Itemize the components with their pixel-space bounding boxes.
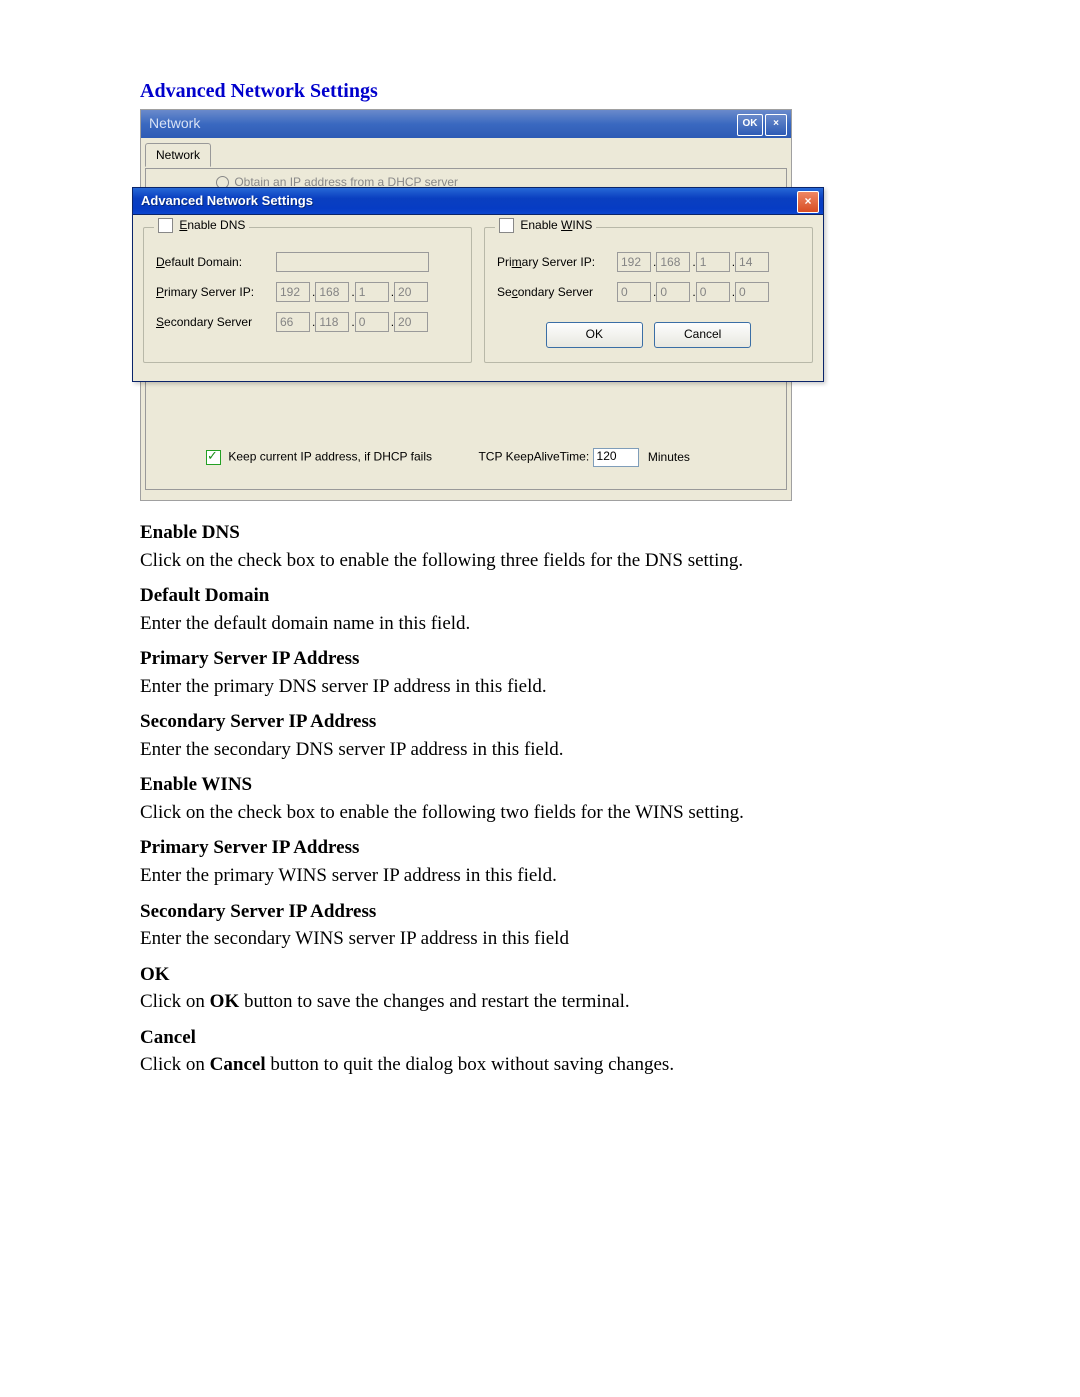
- description-body: Enter the primary DNS server IP address …: [140, 673, 950, 701]
- description-body: Enter the secondary DNS server IP addres…: [140, 736, 950, 764]
- wins-secondary-label: Secondary Server: [497, 285, 617, 299]
- wins-primary-oct1[interactable]: 192: [617, 252, 651, 272]
- enable-wins-label: Enable WINS: [520, 218, 592, 232]
- enable-wins-checkbox[interactable]: [499, 218, 514, 233]
- description-body: Enter the default domain name in this fi…: [140, 610, 950, 638]
- dns-primary-oct2[interactable]: 168: [315, 282, 349, 302]
- dns-secondary-oct1[interactable]: 66: [276, 312, 310, 332]
- description-heading: OK: [140, 961, 950, 989]
- default-domain-input[interactable]: [276, 252, 429, 272]
- description-body: Enter the secondary WINS server IP addre…: [140, 925, 950, 953]
- titlebar-close-button[interactable]: ×: [765, 114, 787, 136]
- dns-group: Enable DNS Default Domain: Primary Serve…: [143, 227, 472, 363]
- wins-primary-oct3[interactable]: 1: [696, 252, 730, 272]
- dialog-title: Advanced Network Settings: [133, 193, 313, 208]
- cancel-button[interactable]: Cancel: [654, 322, 751, 348]
- description-body: Click on Cancel button to quit the dialo…: [140, 1051, 950, 1079]
- dns-secondary-label: Secondary Server: [156, 315, 276, 329]
- description-block: Default DomainEnter the default domain n…: [140, 582, 950, 637]
- wins-primary-label: Primary Server IP:: [497, 255, 617, 269]
- dialog-body: Enable DNS Default Domain: Primary Serve…: [133, 215, 823, 381]
- keep-ip-label: Keep current IP address, if DHCP fails: [228, 450, 432, 464]
- enable-dns-checkbox[interactable]: [158, 218, 173, 233]
- description-heading: Secondary Server IP Address: [140, 708, 950, 736]
- enable-dns-label: Enable DNS: [179, 218, 245, 232]
- description-block: Enable DNSClick on the check box to enab…: [140, 519, 950, 574]
- wins-secondary-oct1[interactable]: 0: [617, 282, 651, 302]
- wins-secondary-oct4[interactable]: 0: [735, 282, 769, 302]
- description-block: Enable WINSClick on the check box to ena…: [140, 771, 950, 826]
- description-heading: Enable DNS: [140, 519, 950, 547]
- keepalive-input[interactable]: 120: [593, 448, 639, 467]
- description-heading: Primary Server IP Address: [140, 834, 950, 862]
- description-body: Click on the check box to enable the fol…: [140, 547, 950, 575]
- dns-secondary-oct4[interactable]: 20: [394, 312, 428, 332]
- description-section: Enable DNSClick on the check box to enab…: [140, 519, 950, 1079]
- wins-secondary-oct3[interactable]: 0: [696, 282, 730, 302]
- description-heading: Default Domain: [140, 582, 950, 610]
- description-heading: Secondary Server IP Address: [140, 898, 950, 926]
- dns-primary-oct3[interactable]: 1: [355, 282, 389, 302]
- dns-primary-oct1[interactable]: 192: [276, 282, 310, 302]
- description-block: Secondary Server IP AddressEnter the sec…: [140, 708, 950, 763]
- dns-secondary-oct3[interactable]: 0: [355, 312, 389, 332]
- dns-primary-oct4[interactable]: 20: [394, 282, 428, 302]
- keepalive-unit: Minutes: [648, 450, 690, 464]
- dns-primary-label: Primary Server IP:: [156, 285, 276, 299]
- description-body: Click on the check box to enable the fol…: [140, 799, 950, 827]
- dialog-close-button[interactable]: ×: [797, 191, 819, 213]
- wins-secondary-oct2[interactable]: 0: [656, 282, 690, 302]
- description-heading: Enable WINS: [140, 771, 950, 799]
- network-window-title: Network: [141, 115, 200, 131]
- wins-primary-oct4[interactable]: 14: [735, 252, 769, 272]
- wins-primary-oct2[interactable]: 168: [656, 252, 690, 272]
- description-heading: Cancel: [140, 1024, 950, 1052]
- description-body: Click on OK button to save the changes a…: [140, 988, 950, 1016]
- section-title: Advanced Network Settings: [140, 80, 950, 103]
- network-titlebar: Network OK ×: [141, 110, 791, 138]
- description-body: Enter the primary WINS server IP address…: [140, 862, 950, 890]
- tab-strip: Network: [141, 138, 791, 168]
- tab-network[interactable]: Network: [145, 143, 211, 167]
- default-domain-label: Default Domain:: [156, 255, 276, 269]
- dialog-titlebar: Advanced Network Settings ×: [133, 188, 823, 215]
- description-block: CancelClick on Cancel button to quit the…: [140, 1024, 950, 1079]
- titlebar-ok-button[interactable]: OK: [737, 114, 763, 136]
- screenshot-composite: Network OK × Network Obtain an IP addres…: [140, 109, 790, 501]
- keepalive-label: TCP KeepAliveTime:: [478, 450, 589, 464]
- keep-ip-checkbox[interactable]: [206, 450, 221, 465]
- description-heading: Primary Server IP Address: [140, 645, 950, 673]
- dns-secondary-oct2[interactable]: 118: [315, 312, 349, 332]
- description-block: Primary Server IP AddressEnter the prima…: [140, 834, 950, 889]
- wins-legend: Enable WINS: [495, 218, 596, 233]
- description-block: OKClick on OK button to save the changes…: [140, 961, 950, 1016]
- wins-group: Enable WINS Primary Server IP: 192. 168.…: [484, 227, 813, 363]
- description-block: Primary Server IP AddressEnter the prima…: [140, 645, 950, 700]
- ok-button[interactable]: OK: [546, 322, 643, 348]
- description-block: Secondary Server IP AddressEnter the sec…: [140, 898, 950, 953]
- dns-legend: Enable DNS: [154, 218, 249, 233]
- advanced-network-settings-dialog: Advanced Network Settings × Enable DNS D…: [132, 187, 824, 382]
